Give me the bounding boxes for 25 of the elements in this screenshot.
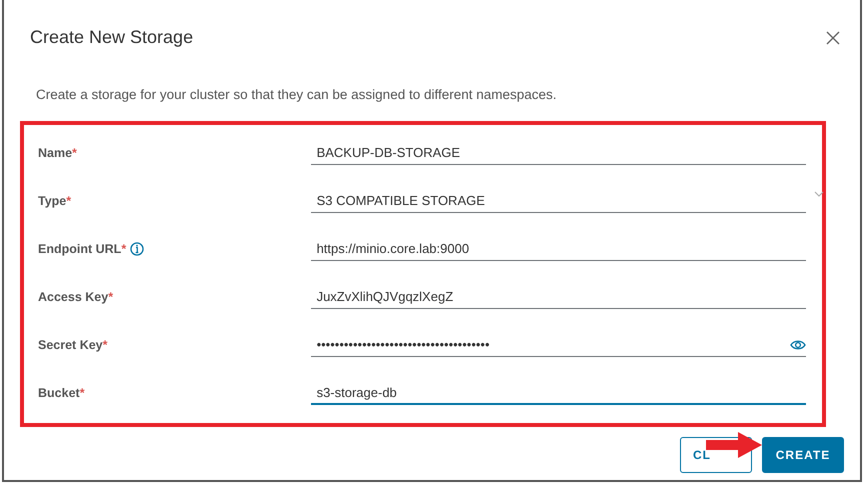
required-mark: * bbox=[121, 242, 126, 256]
required-mark: * bbox=[108, 290, 114, 304]
field-label: Type* bbox=[38, 192, 72, 210]
type-select[interactable]: S3 COMPATIBLE STORAGE bbox=[310, 189, 806, 214]
input-field[interactable]: JuxZvXlihQJVgqzlXegZ bbox=[310, 285, 806, 310]
field-label: Name* bbox=[38, 144, 77, 162]
required-mark: * bbox=[72, 146, 77, 160]
field-label: Bucket* bbox=[38, 384, 85, 402]
dialog-description: Create a storage for your cluster so that they can be assigned to different namespaces. bbox=[35, 86, 558, 104]
create-button[interactable]: CREATE bbox=[762, 437, 844, 474]
caret-icon bbox=[814, 191, 824, 198]
close-icon[interactable] bbox=[826, 30, 840, 44]
info-icon[interactable] bbox=[130, 242, 144, 256]
required-mark: * bbox=[102, 338, 108, 352]
required-mark: * bbox=[66, 194, 72, 208]
eye-icon[interactable] bbox=[790, 338, 806, 351]
dialog-title: Create New Storage bbox=[30, 26, 194, 49]
input-field[interactable]: https://minio.core.lab:9000 bbox=[310, 237, 806, 262]
input-field[interactable]: s3-storage-db bbox=[310, 381, 806, 406]
field-label: Access Key* bbox=[38, 288, 114, 306]
required-mark: * bbox=[80, 386, 85, 400]
field-label: Secret Key* bbox=[38, 336, 108, 354]
input-field[interactable]: BACKUP-DB-STORAGE bbox=[310, 141, 806, 166]
input-field[interactable]: •••••••••••••••••••••••••••••••••••••• bbox=[310, 333, 806, 358]
field-label: Endpoint URL* bbox=[38, 240, 126, 258]
